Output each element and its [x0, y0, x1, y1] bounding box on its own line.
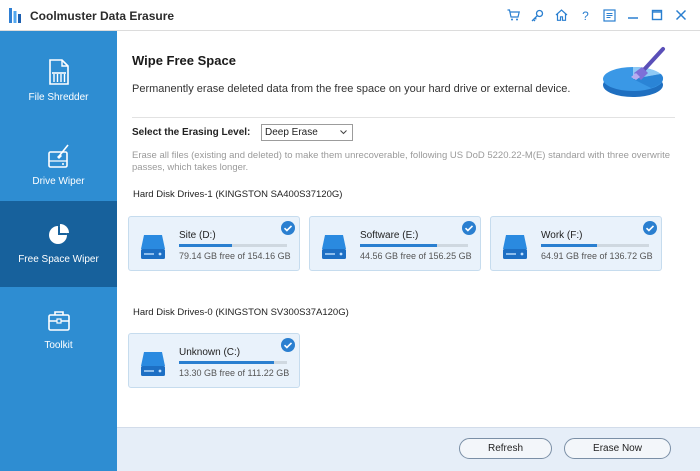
page-description: Permanently erase deleted data from the …	[132, 83, 571, 95]
check-circle-icon[interactable]	[281, 221, 295, 235]
minimize-icon[interactable]	[624, 6, 642, 24]
drive-card-f[interactable]: Work (F:) 64.91 GB free of 136.72 GB	[490, 216, 662, 271]
drive-name: Software (E:)	[360, 230, 419, 241]
drive-card-d[interactable]: Site (D:) 79.14 GB free of 154.16 GB	[128, 216, 300, 271]
document-icon	[49, 59, 69, 85]
sidebar-item-free-space-wiper[interactable]: Free Space Wiper	[0, 201, 117, 287]
erase-now-button[interactable]: Erase Now	[564, 438, 671, 459]
drive-usage-fill	[360, 244, 437, 247]
sidebar-item-drive-wiper[interactable]: Drive Wiper	[0, 123, 117, 209]
erasing-level-label: Select the Erasing Level:	[132, 127, 251, 138]
hard-drive-icon	[141, 235, 165, 259]
drive-group-label: Hard Disk Drives-0 (KINGSTON SV300S37A12…	[133, 307, 349, 318]
hard-drive-icon	[322, 235, 346, 259]
chevron-down-icon	[340, 130, 347, 135]
help-icon[interactable]: ?	[576, 6, 594, 24]
refresh-button[interactable]: Refresh	[459, 438, 552, 459]
drive-free-space: 44.56 GB free of 156.25 GB	[360, 251, 472, 261]
check-circle-icon[interactable]	[643, 221, 657, 235]
home-icon[interactable]	[552, 6, 570, 24]
check-circle-icon[interactable]	[281, 338, 295, 352]
erasing-level-select[interactable]: Deep Erase	[261, 124, 353, 141]
sidebar-item-label: Drive Wiper	[32, 176, 85, 187]
drive-group-label: Hard Disk Drives-1 (KINGSTON SA400S37120…	[133, 189, 343, 200]
hard-drive-icon	[503, 235, 527, 259]
drive-name: Site (D:)	[179, 230, 216, 241]
erasing-level-value: Deep Erase	[265, 127, 318, 138]
check-circle-icon[interactable]	[462, 221, 476, 235]
drive-wiper-icon	[48, 144, 69, 168]
close-icon[interactable]	[672, 6, 690, 24]
drive-usage-bar	[179, 244, 287, 247]
toolbox-icon	[48, 311, 70, 331]
feedback-icon[interactable]	[600, 6, 618, 24]
maximize-icon[interactable]	[648, 6, 666, 24]
drive-free-space: 79.14 GB free of 154.16 GB	[179, 251, 291, 261]
page-title: Wipe Free Space	[132, 53, 236, 68]
drive-card-e[interactable]: Software (E:) 44.56 GB free of 156.25 GB	[309, 216, 481, 271]
title-bar: Coolmuster Data Erasure ?	[0, 0, 700, 31]
drive-usage-fill	[179, 244, 232, 247]
divider	[132, 117, 675, 118]
erasing-level-info: Erase all files (existing and deleted) t…	[132, 150, 671, 173]
sidebar-item-label: Toolkit	[44, 340, 73, 351]
drive-name: Unknown (C:)	[179, 347, 241, 358]
window-controls: ?	[504, 6, 690, 24]
sidebar-item-toolkit[interactable]: Toolkit	[0, 287, 117, 373]
drive-usage-bar	[541, 244, 649, 247]
main-panel: Wipe Free Space Permanently erase delete…	[117, 31, 700, 471]
drive-usage-fill	[179, 361, 275, 364]
sidebar: File Shredder Drive Wiper Free Space Wip…	[0, 31, 117, 471]
svg-text:?: ?	[582, 9, 589, 22]
drive-free-space: 64.91 GB free of 136.72 GB	[541, 251, 653, 261]
drive-free-space: 13.30 GB free of 111.22 GB	[179, 368, 290, 378]
key-icon[interactable]	[528, 6, 546, 24]
hard-drive-icon	[141, 352, 165, 376]
sidebar-item-label: File Shredder	[28, 92, 89, 103]
app-logo-icon	[9, 8, 21, 23]
drive-name: Work (F:)	[541, 230, 583, 241]
app-title: Coolmuster Data Erasure	[30, 9, 175, 23]
sidebar-item-file-shredder[interactable]: File Shredder	[0, 39, 117, 125]
drive-usage-bar	[179, 361, 287, 364]
drive-usage-bar	[360, 244, 468, 247]
drive-usage-fill	[541, 244, 598, 247]
cart-icon[interactable]	[504, 6, 522, 24]
disk-broom-illustration	[603, 47, 665, 97]
pie-chart-icon	[49, 224, 69, 244]
drive-card-c[interactable]: Unknown (C:) 13.30 GB free of 111.22 GB	[128, 333, 300, 388]
footer-bar: Refresh Erase Now	[117, 427, 700, 471]
sidebar-item-label: Free Space Wiper	[18, 254, 99, 265]
